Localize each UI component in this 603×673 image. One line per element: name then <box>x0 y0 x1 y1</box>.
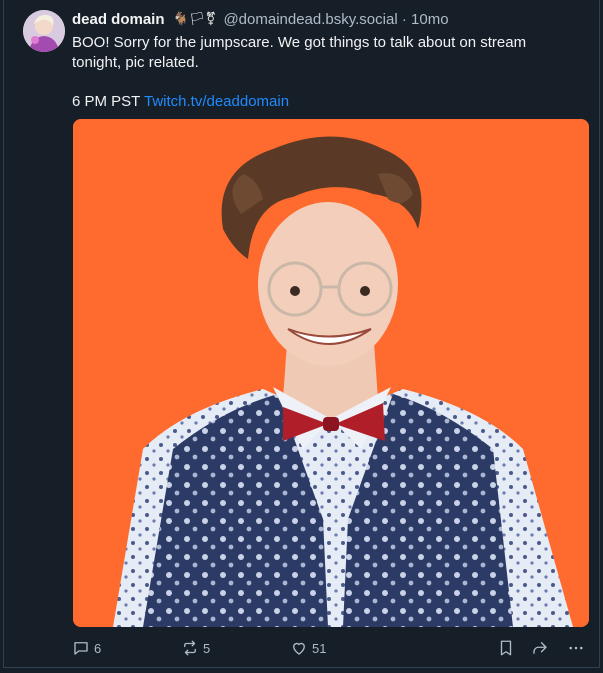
schedule-text: 6 PM PST <box>72 93 144 110</box>
bookmark-icon <box>500 640 512 656</box>
repost-count: 5 <box>203 640 211 656</box>
post-timestamp[interactable]: 10mo <box>411 11 449 28</box>
more-options-button[interactable] <box>567 636 585 660</box>
like-count: 51 <box>312 640 327 656</box>
portrait-photo <box>73 119 589 627</box>
share-icon <box>533 642 547 654</box>
reply-count: 6 <box>94 640 102 656</box>
separator-dot: · <box>401 11 407 28</box>
more-icon <box>569 646 583 650</box>
post-actions: 6 5 51 <box>72 636 589 660</box>
avatar-image <box>23 10 65 52</box>
post-image[interactable] <box>73 119 589 627</box>
stream-schedule: 6 PM PST Twitch.tv/deaddomain <box>72 92 289 112</box>
like-button[interactable]: 51 <box>290 636 326 660</box>
author-badges: 🐐🏳⚧ <box>172 11 217 26</box>
post-card[interactable]: dead domain 🐐🏳⚧ @domaindead.bsky.social … <box>3 0 600 668</box>
share-button[interactable] <box>531 636 549 660</box>
bookmark-button[interactable] <box>497 636 515 660</box>
like-icon <box>293 642 305 655</box>
avatar[interactable] <box>23 10 65 52</box>
reply-button[interactable]: 6 <box>72 636 101 660</box>
author-display-name[interactable]: dead domain <box>72 11 165 28</box>
reply-icon <box>74 642 88 655</box>
twitch-link[interactable]: Twitch.tv/deaddomain <box>144 93 289 110</box>
repost-button[interactable]: 5 <box>181 636 210 660</box>
author-handle[interactable]: @domaindead.bsky.social <box>223 11 397 28</box>
post-header: dead domain 🐐🏳⚧ @domaindead.bsky.social … <box>72 9 589 29</box>
repost-icon <box>184 640 196 656</box>
post-text: BOO! Sorry for the jumpscare. We got thi… <box>72 34 527 71</box>
